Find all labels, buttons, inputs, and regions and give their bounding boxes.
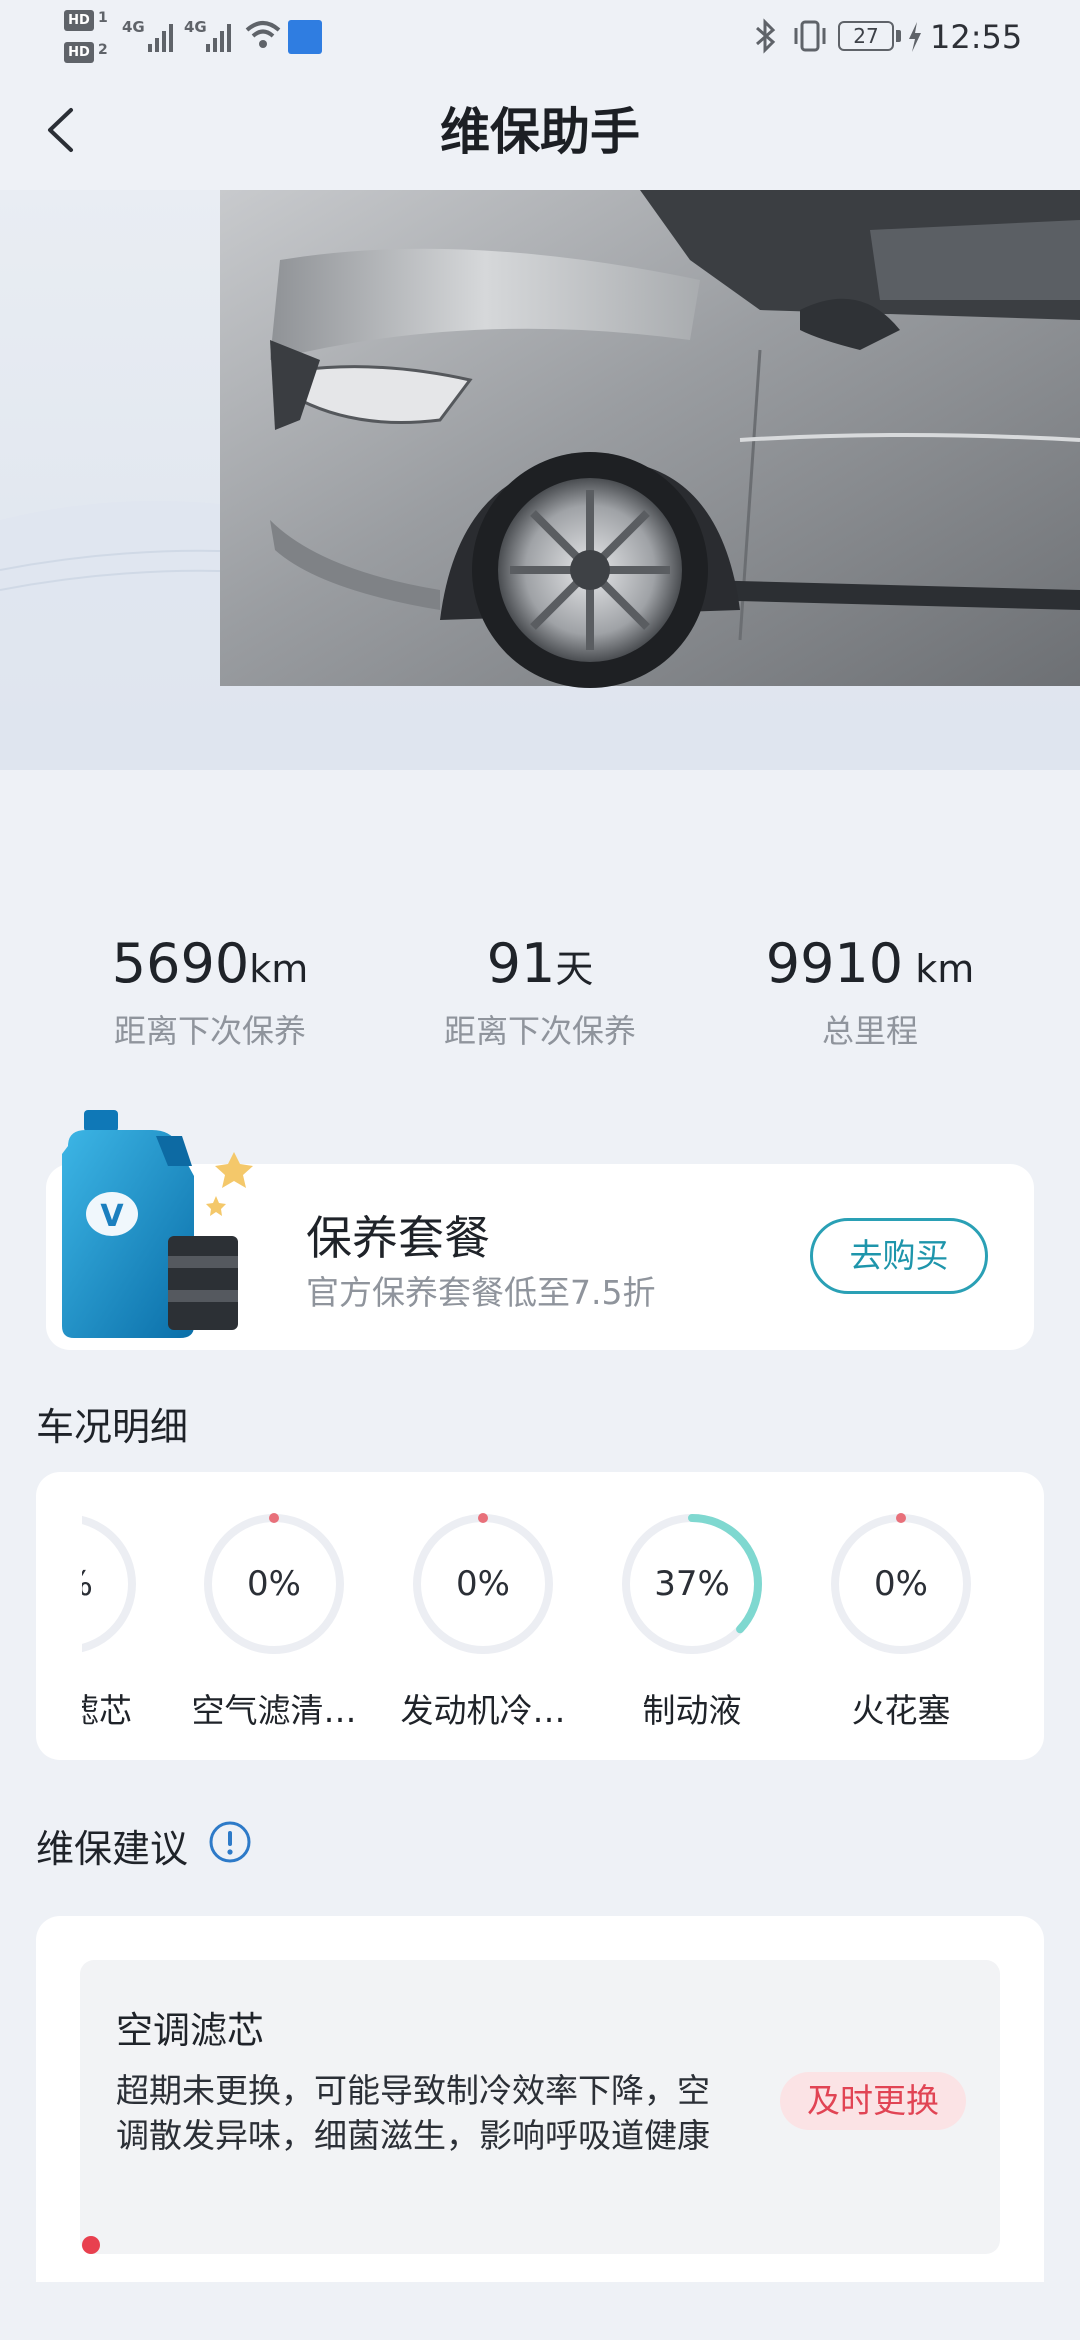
progress-percent: 0% bbox=[247, 1564, 301, 1604]
condition-label: 空调滤芯 bbox=[82, 1691, 132, 1730]
hd-badge-1: HD bbox=[64, 10, 94, 31]
progress-percent: 0% bbox=[874, 1564, 928, 1604]
condition-item[interactable]: 0% 空气滤清… bbox=[170, 1512, 378, 1742]
stat-label: 总里程 bbox=[821, 1012, 918, 1050]
condition-item[interactable]: 0% 发动机冷… bbox=[379, 1512, 587, 1742]
wifi-icon bbox=[245, 21, 281, 48]
stat-next-service-distance: 5690km 距离下次保养 bbox=[40, 930, 380, 1052]
stat-next-service-days: 91天 距离下次保养 bbox=[370, 930, 710, 1052]
condition-item[interactable]: 37% 制动液 bbox=[588, 1512, 796, 1742]
stat-value-row: 9910 km bbox=[700, 930, 1040, 998]
hd-badge-2: HD bbox=[64, 42, 94, 63]
stat-label: 距离下次保养 bbox=[113, 1012, 306, 1050]
maintenance-stats: 5690km 距离下次保养 91天 距离下次保养 9910 km 总里程 bbox=[0, 930, 1080, 1060]
network-type-1: 4G bbox=[122, 18, 145, 36]
replace-now-badge[interactable]: 及时更换 bbox=[780, 2072, 966, 2130]
stat-unit: 天 bbox=[555, 947, 594, 991]
car-image bbox=[0, 190, 1080, 770]
progress-percent: 37% bbox=[654, 1564, 730, 1604]
oil-bottle-icon: V bbox=[62, 1110, 253, 1338]
battery-cap bbox=[896, 30, 901, 42]
stat-value-row: 91天 bbox=[370, 930, 710, 998]
info-icon[interactable] bbox=[208, 1820, 252, 1864]
stat-unit: km bbox=[249, 947, 309, 991]
page-title: 维保助手 bbox=[440, 103, 640, 161]
advice-section-title: 维保建议 bbox=[36, 1827, 189, 1871]
stat-value: 9910 bbox=[765, 932, 904, 995]
bluetooth-icon bbox=[756, 18, 776, 54]
stat-value: 5690 bbox=[111, 932, 250, 995]
stat-value-row: 5690km bbox=[40, 930, 380, 998]
condition-card[interactable]: 0% 空调滤芯 0% 空气滤清… 0% 发动机冷… 37% bbox=[36, 1472, 1044, 1760]
app-notification-icon bbox=[288, 20, 322, 54]
stat-label: 距离下次保养 bbox=[443, 1012, 636, 1050]
stat-value: 91 bbox=[486, 932, 556, 995]
sim-number-2: 2 bbox=[98, 42, 108, 58]
status-bar: HD 1 HD 2 4G 4G 27 12:55 bbox=[0, 0, 1080, 74]
condition-scroll-list[interactable]: 0% 空调滤芯 0% 空气滤清… 0% 发动机冷… 37% bbox=[82, 1472, 1036, 1760]
condition-label: 空气滤清… bbox=[191, 1691, 357, 1730]
svg-text:V: V bbox=[100, 1199, 124, 1234]
buy-button[interactable]: 去购买 bbox=[810, 1218, 988, 1294]
signal-icon-2 bbox=[206, 24, 231, 52]
charging-icon bbox=[909, 22, 921, 52]
progress-percent: 0% bbox=[456, 1564, 510, 1604]
condition-item[interactable]: 0% 火花塞 bbox=[797, 1512, 1005, 1742]
vibrate-icon bbox=[794, 20, 826, 52]
sim-number-1: 1 bbox=[98, 10, 108, 26]
stat-total-mileage: 9910 km 总里程 bbox=[700, 930, 1040, 1052]
battery-level: 27 bbox=[838, 21, 894, 51]
stat-unit: km bbox=[903, 947, 975, 991]
progress-percent: 0% bbox=[82, 1512, 138, 1656]
alert-dot bbox=[82, 2236, 100, 2254]
advice-item-description: 超期未更换，可能导致制冷效率下降，空调散发异味，细菌滋生，影响呼吸道健康 bbox=[116, 2071, 710, 2155]
package-subtitle: 官方保养套餐低至7.5折 bbox=[306, 1273, 656, 1312]
condition-label: 发动机冷… bbox=[400, 1691, 566, 1730]
signal-icon-1 bbox=[148, 24, 173, 52]
clock: 12:55 bbox=[930, 18, 1023, 56]
condition-label: 制动液 bbox=[642, 1691, 742, 1730]
condition-label: 火花塞 bbox=[851, 1691, 951, 1730]
condition-section-title: 车况明细 bbox=[36, 1405, 189, 1449]
package-title: 保养套餐 bbox=[306, 1211, 490, 1265]
network-type-2: 4G bbox=[184, 18, 207, 36]
condition-item[interactable]: 0% 空调滤芯 bbox=[82, 1512, 170, 1742]
advice-item-title: 空调滤芯 bbox=[116, 2009, 264, 2052]
